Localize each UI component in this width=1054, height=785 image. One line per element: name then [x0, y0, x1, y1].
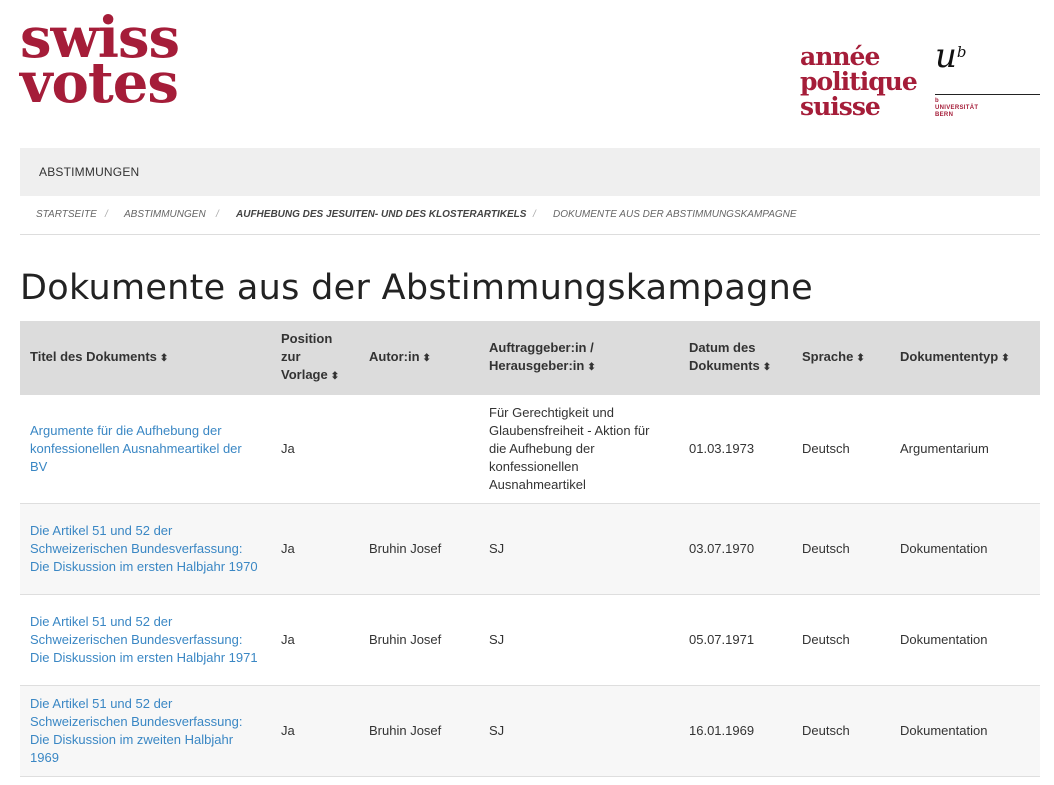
column-header-date-line2-label: Dokuments [689, 358, 760, 373]
column-header-position-line1: Position [281, 331, 333, 346]
page: swiss votes année politique suisse ub b … [0, 0, 1054, 785]
column-header-title-label: Titel des Dokuments [30, 349, 157, 364]
unibe-text-line2: UNIVERSITÄT [935, 105, 979, 111]
cell-client: Für Gerechtigkeit und Glaubensfreiheit -… [479, 395, 679, 504]
document-link[interactable]: Die Artikel 51 und 52 der Schweizerische… [30, 696, 242, 765]
cell-language: Deutsch [792, 685, 890, 777]
aps-logo-line3: suisse [800, 92, 881, 121]
cell-date: 05.07.1971 [679, 594, 792, 686]
column-header-client-line1: Auftraggeber:in / [489, 340, 594, 355]
page-title: Dokumente aus der Abstimmungskampagne [20, 268, 813, 308]
unibe-text: b UNIVERSITÄT BERN [935, 98, 1040, 119]
cell-client: SJ [479, 685, 679, 777]
cell-position: Ja [271, 594, 359, 686]
column-header-type-label: Dokumententyp [900, 349, 999, 364]
annee-politique-suisse-logo[interactable]: année politique suisse [800, 42, 918, 121]
column-header-position-line3-label: Vorlage [281, 367, 328, 382]
document-link[interactable]: Die Artikel 51 und 52 der Schweizerische… [30, 614, 258, 665]
column-header-date-line1: Datum des [689, 340, 756, 355]
breadcrumb-current: DOKUMENTE AUS DER ABSTIMMUNGSKAMPAGNE [553, 209, 797, 220]
column-header-position-line2: zur [281, 349, 301, 364]
sort-icon[interactable]: ⬍ [1001, 353, 1009, 364]
universitaet-bern-logo[interactable]: ub b UNIVERSITÄT BERN [935, 36, 1040, 119]
swissvotes-logo-line2: votes [20, 50, 179, 116]
cell-type: Dokumentation [890, 594, 1040, 686]
column-header-type[interactable]: Dokumententyp ⬍ [890, 321, 1040, 395]
table-row: Die Artikel 51 und 52 der Schweizerische… [20, 503, 1040, 595]
aps-logo-line1: année [800, 42, 880, 71]
sort-icon[interactable]: ⬍ [331, 371, 339, 382]
cell-position: Ja [271, 503, 359, 595]
cell-position: Ja [271, 685, 359, 777]
breadcrumb-separator: / [533, 209, 536, 220]
cell-date: 01.03.1973 [679, 395, 792, 504]
sort-icon[interactable]: ⬍ [160, 353, 168, 364]
unibe-mark: ub [935, 36, 1040, 76]
unibe-text-line1: b [935, 98, 939, 104]
table-header-row: Titel des Dokuments ⬍ Position zur Vorlage ⬍… [20, 321, 1040, 395]
cell-type: Dokumentation [890, 685, 1040, 777]
cell-language: Deutsch [792, 503, 890, 595]
column-header-title[interactable]: Titel des Dokuments ⬍ [20, 321, 271, 395]
document-link[interactable]: Argumente für die Aufhebung der konfessi… [30, 423, 242, 474]
sort-icon[interactable]: ⬍ [763, 362, 771, 373]
cell-type: Argumentarium [890, 395, 1040, 504]
sort-icon[interactable]: ⬍ [587, 362, 595, 373]
cell-client: SJ [479, 594, 679, 686]
breadcrumb-separator: / [216, 209, 219, 220]
column-header-language-label: Sprache [802, 349, 854, 364]
cell-title: Die Artikel 51 und 52 der Schweizerische… [20, 503, 271, 595]
column-header-client-line2: Herausgeber:in ⬍ [489, 357, 669, 377]
cell-author: Bruhin Josef [359, 685, 479, 777]
cell-author: Bruhin Josef [359, 503, 479, 595]
cell-title: Argumente für die Aufhebung der konfessi… [20, 395, 271, 504]
table-row: Die Artikel 51 und 52 der Schweizerische… [20, 685, 1040, 777]
breadcrumb: STARTSEITE / ABSTIMMUNGEN / AUFHEBUNG DE… [20, 196, 1040, 235]
cell-date: 03.07.1970 [679, 503, 792, 595]
cell-language: Deutsch [792, 594, 890, 686]
main-navigation: ABSTIMMUNGEN [20, 148, 1040, 196]
column-header-language[interactable]: Sprache ⬍ [792, 321, 890, 395]
cell-title: Die Artikel 51 und 52 der Schweizerische… [20, 685, 271, 777]
column-header-position-line3: Vorlage ⬍ [281, 366, 349, 386]
unibe-mark-b: b [956, 43, 967, 61]
column-header-author-label: Autor:in [369, 349, 420, 364]
column-header-date[interactable]: Datum des Dokuments ⬍ [679, 321, 792, 395]
sort-icon[interactable]: ⬍ [423, 353, 431, 364]
column-header-client[interactable]: Auftraggeber:in / Herausgeber:in ⬍ [479, 321, 679, 395]
cell-position: Ja [271, 395, 359, 504]
unibe-divider [935, 94, 1040, 95]
breadcrumb-vote[interactable]: AUFHEBUNG DES JESUITEN- UND DES KLOSTERA… [236, 209, 526, 220]
cell-title: Die Artikel 51 und 52 der Schweizerische… [20, 594, 271, 686]
documents-table: Titel des Dokuments ⬍ Position zur Vorlage ⬍… [20, 321, 1040, 777]
unibe-text-line3: BERN [935, 112, 954, 118]
aps-logo-line2: politique [800, 67, 918, 96]
column-header-author[interactable]: Autor:in ⬍ [359, 321, 479, 395]
table-row: Argumente für die Aufhebung der konfessi… [20, 395, 1040, 504]
table-row: Die Artikel 51 und 52 der Schweizerische… [20, 594, 1040, 686]
cell-client: SJ [479, 503, 679, 595]
cell-date: 16.01.1969 [679, 685, 792, 777]
document-link[interactable]: Die Artikel 51 und 52 der Schweizerische… [30, 523, 258, 574]
nav-item-abstimmungen[interactable]: ABSTIMMUNGEN [39, 165, 139, 179]
cell-language: Deutsch [792, 395, 890, 504]
column-header-position[interactable]: Position zur Vorlage ⬍ [271, 321, 359, 395]
cell-type: Dokumentation [890, 503, 1040, 595]
breadcrumb-separator: / [105, 209, 108, 220]
cell-author: Bruhin Josef [359, 594, 479, 686]
breadcrumb-home[interactable]: STARTSEITE [36, 209, 97, 220]
column-header-client-line2-label: Herausgeber:in [489, 358, 585, 373]
unibe-mark-u: u [935, 36, 957, 76]
cell-author [359, 395, 479, 504]
breadcrumb-votes[interactable]: ABSTIMMUNGEN [124, 209, 206, 220]
column-header-date-line2: Dokuments ⬍ [689, 357, 782, 377]
swissvotes-logo[interactable]: swiss votes [20, 10, 180, 116]
sort-icon[interactable]: ⬍ [856, 353, 864, 364]
